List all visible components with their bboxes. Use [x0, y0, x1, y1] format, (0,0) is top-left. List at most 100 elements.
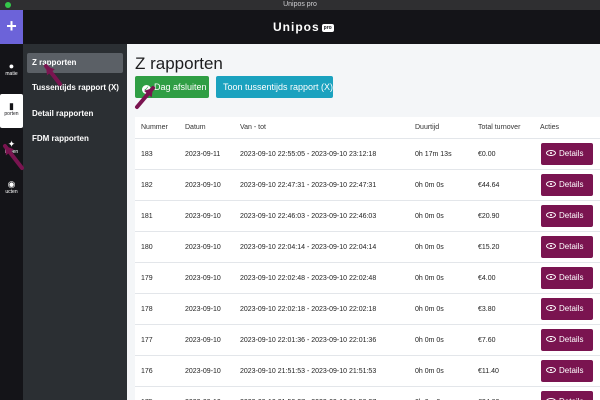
report-subnav: Z rapporten Tussentijds rapport (X) Deta…	[23, 44, 127, 400]
cell-van-tot: 2023-09-10 22:55:05 - 2023-09-10 23:12:1…	[240, 151, 377, 158]
cell-duurtijd: 0h 0m 0s	[415, 213, 444, 220]
column-header-datum[interactable]: Datum	[185, 117, 237, 139]
details-label: Details	[559, 335, 584, 344]
column-header-total-turnover[interactable]: Total turnover	[478, 117, 538, 139]
cell-total-turnover: €34.80	[478, 387, 538, 400]
cell-duurtijd: 0h 0m 0s	[415, 368, 444, 375]
details-label: Details	[559, 273, 584, 282]
details-button[interactable]: Details	[541, 360, 593, 382]
check-circle-icon: ✓	[142, 85, 151, 94]
page-title: Z rapporten	[135, 54, 223, 73]
cell-datum: 2023-09-10	[185, 275, 221, 282]
cell-nummer: 182	[141, 182, 153, 189]
main-content: Z rapporten ✓ Dag afsluiten Toon tussenti…	[127, 44, 600, 400]
cell-total-turnover: €0.00	[478, 151, 496, 158]
subnav-item-fdm-rapporten[interactable]: FDM rapporten	[27, 129, 123, 149]
cell-total-turnover: €7.60	[478, 337, 496, 344]
cell-total-turnover: €3.80	[478, 306, 496, 313]
eye-icon	[546, 150, 556, 156]
details-button[interactable]: Details	[541, 236, 593, 258]
details-button[interactable]: Details	[541, 205, 593, 227]
cell-datum: 2023-09-10	[185, 337, 221, 344]
app-logo: Unipos pro	[273, 20, 334, 34]
cell-duurtijd: 0h 0m 0s	[415, 387, 475, 400]
cell-nummer: 177	[141, 337, 153, 344]
details-label: Details	[559, 304, 584, 313]
cell-total-turnover: €20.90	[478, 213, 500, 220]
table-row: 180 2023-09-10 2023-09-10 22:04:14 - 2023-…	[135, 232, 600, 263]
share-icon: ✦	[7, 139, 16, 149]
eye-icon	[546, 181, 556, 187]
close-day-label: Dag afsluiten	[154, 82, 207, 92]
details-label: Details	[559, 211, 584, 220]
add-plus-button[interactable]: +	[0, 10, 23, 44]
table-row: 177 2023-09-10 2023-09-10 22:01:36 - 2023-…	[135, 325, 600, 356]
column-header-nummer[interactable]: Nummer	[141, 117, 181, 139]
column-header-van-tot[interactable]: Van - tot	[240, 117, 410, 139]
top-bar: Unipos pro	[23, 10, 600, 44]
brand-name: Unipos	[273, 20, 320, 34]
subnav-item-detail-rapporten[interactable]: Detail rapporten	[27, 104, 123, 124]
column-header-duurtijd[interactable]: Duurtijd	[415, 117, 475, 139]
rail-item-rapporten[interactable]: ▮ porten	[0, 94, 23, 128]
table-row: 178 2023-09-10 2023-09-10 22:02:18 - 2023-…	[135, 294, 600, 325]
column-header-acties: Acties	[540, 124, 560, 131]
subnav-item-tussentijds-rapport[interactable]: Tussentijds rapport (X)	[27, 78, 123, 98]
cell-duurtijd: 0h 0m 0s	[415, 182, 444, 189]
cell-nummer: 179	[141, 275, 153, 282]
eye-icon	[546, 367, 556, 373]
cell-van-tot: 2023-09-10 22:04:14 - 2023-09-10 22:04:1…	[240, 244, 377, 251]
details-button[interactable]: Details	[541, 267, 593, 289]
details-label: Details	[559, 149, 584, 158]
cell-total-turnover: €11.40	[478, 368, 499, 375]
rail-item-instellingen[interactable]: ✦ lingen	[0, 140, 23, 162]
cell-van-tot: 2023-09-10 22:01:36 - 2023-09-10 22:01:3…	[240, 337, 377, 344]
cell-duurtijd: 0h 17m 13s	[415, 151, 452, 158]
database-icon: ◉	[7, 179, 16, 189]
cell-duurtijd: 0h 0m 0s	[415, 306, 444, 313]
table-row: 182 2023-09-10 2023-09-10 22:47:31 - 2023-…	[135, 170, 600, 201]
cell-nummer: 176	[141, 368, 153, 375]
cell-total-turnover: €44.64	[478, 182, 500, 189]
cell-total-turnover: €4.00	[478, 275, 496, 282]
cell-datum: 2023-09-10	[185, 244, 221, 251]
details-button[interactable]: Details	[541, 143, 593, 165]
table-row: 175 2023-09-102023-09-10 21:50:27 - 2023-…	[135, 387, 600, 400]
rail-item-producten[interactable]: ◉ ucten	[0, 180, 23, 202]
cell-van-tot: 2023-09-10 21:51:53 - 2023-09-10 21:51:5…	[240, 368, 377, 375]
eye-icon	[546, 336, 556, 342]
close-day-button[interactable]: ✓ Dag afsluiten	[135, 76, 209, 98]
details-button[interactable]: Details	[541, 298, 593, 320]
details-label: Details	[559, 180, 584, 189]
cell-datum: 2023-09-10	[185, 368, 221, 375]
brand-badge: pro	[321, 23, 334, 32]
details-button[interactable]: Details	[541, 329, 593, 351]
details-label: Details	[559, 366, 584, 375]
rail-item-informatie[interactable]: ● matie	[0, 62, 23, 84]
cell-nummer: 180	[141, 244, 153, 251]
window-title: Unipos pro	[283, 1, 317, 8]
cell-duurtijd: 0h 0m 0s	[415, 275, 444, 282]
rail-item-label: ucten	[5, 189, 18, 195]
z-reports-table: Nummer Datum Van - tot Duurtijd Total tu…	[135, 117, 600, 400]
rail-item-label: porten	[4, 111, 19, 117]
info-icon: ●	[8, 61, 15, 71]
show-interim-report-button[interactable]: Toon tussentijds rapport (X)	[216, 76, 333, 98]
eye-icon	[546, 243, 556, 249]
cell-van-tot: 2023-09-10 22:02:48 - 2023-09-10 22:02:4…	[240, 275, 377, 282]
cell-datum: 2023-09-10	[185, 387, 237, 400]
eye-icon	[546, 274, 556, 280]
subnav-item-z-rapporten[interactable]: Z rapporten	[27, 53, 123, 73]
document-icon: ▮	[9, 101, 14, 111]
rail-item-label: lingen	[4, 149, 19, 155]
eye-icon	[546, 212, 556, 218]
cell-nummer: 178	[141, 306, 153, 313]
table-header: Nummer Datum Van - tot Duurtijd Total tu…	[135, 117, 600, 139]
window-titlebar: Unipos pro	[0, 0, 600, 10]
cell-van-tot: 2023-09-10 21:50:27 - 2023-09-10 21:50:2…	[240, 387, 410, 400]
cell-van-tot: 2023-09-10 22:02:18 - 2023-09-10 22:02:1…	[240, 306, 377, 313]
details-button[interactable]: Details	[541, 174, 593, 196]
cell-duurtijd: 0h 0m 0s	[415, 244, 444, 251]
details-button[interactable]: Details	[541, 391, 593, 400]
table-row: 179 2023-09-10 2023-09-10 22:02:48 - 2023-…	[135, 263, 600, 294]
